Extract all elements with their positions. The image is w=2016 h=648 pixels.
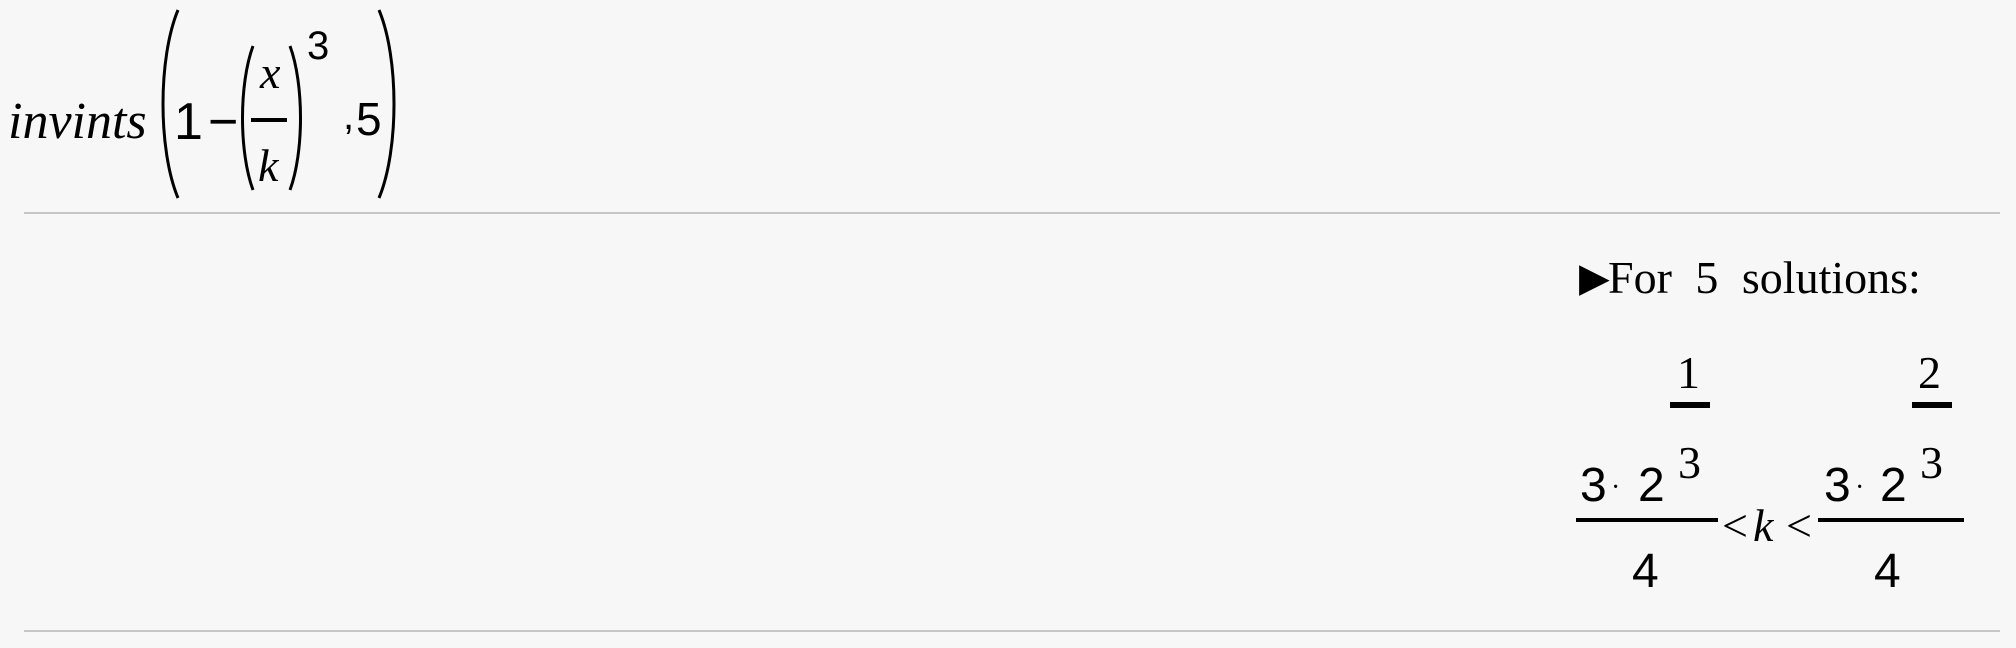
- fraction-numerator: x: [260, 47, 281, 98]
- comma: ,: [343, 94, 355, 138]
- minus-sign: −: [208, 93, 239, 151]
- right-exponent-numerator: 2: [1918, 347, 1941, 398]
- function-name: invints: [8, 93, 147, 150]
- right-paren-inner: [288, 45, 302, 191]
- left-exponent-numerator: 1: [1677, 347, 1700, 398]
- left-exponent-denominator: 3: [1678, 437, 1701, 488]
- entry-divider: [24, 212, 2000, 214]
- variable-k: k: [1753, 500, 1774, 551]
- number-one: 1: [174, 93, 203, 151]
- right-paren-outer: [377, 9, 396, 199]
- fraction-denominator: k: [258, 140, 279, 191]
- right-exponent-denominator: 3: [1920, 437, 1943, 488]
- solutions-heading: For 5 solutions:: [1608, 252, 1921, 303]
- left-multiply-dot: ·: [1611, 472, 1621, 503]
- less-than-2: <: [1786, 500, 1812, 551]
- right-multiply-dot: ·: [1855, 472, 1865, 503]
- left-base: 2: [1638, 459, 1665, 512]
- left-exponent-bar: [1670, 402, 1710, 408]
- right-denominator: 4: [1874, 545, 1901, 598]
- less-than-1: <: [1722, 500, 1748, 551]
- right-fraction-bar: [1818, 518, 1964, 522]
- result-divider: [24, 630, 2000, 632]
- left-fraction-bar: [1576, 518, 1718, 522]
- fraction-bar: [251, 118, 287, 122]
- right-triangle-icon[interactable]: ▶: [1579, 258, 1610, 298]
- left-coefficient: 3: [1580, 459, 1607, 512]
- left-denominator: 4: [1632, 545, 1659, 598]
- right-coefficient: 3: [1824, 459, 1851, 512]
- right-base: 2: [1880, 459, 1907, 512]
- exponent: 3: [307, 24, 330, 68]
- right-exponent-bar: [1912, 402, 1952, 408]
